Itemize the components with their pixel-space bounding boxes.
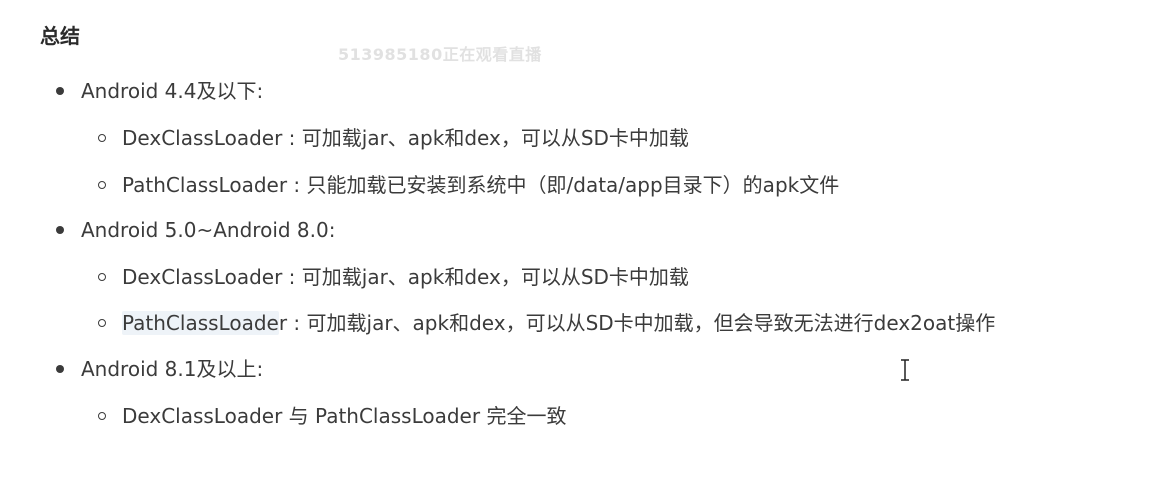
sub-list-item-text: PathClassLoader : 只能加载已安装到系统中（即/data/app… <box>122 173 840 197</box>
disc-bullet-icon <box>56 225 64 234</box>
list-item-title: Android 5.0~Android 8.0: <box>81 218 336 242</box>
sub-list-item-text: DexClassLoader : 可加载jar、apk和dex，可以从SD卡中加… <box>122 265 689 289</box>
text-selection-highlight: PathClassLoade <box>122 311 279 335</box>
disc-bullet-icon <box>56 86 64 95</box>
circle-bullet-icon <box>98 318 106 327</box>
sub-list-item-text: DexClassLoader : 可加载jar、apk和dex，可以从SD卡中加… <box>122 126 689 150</box>
circle-bullet-icon <box>98 272 106 281</box>
document-page: 总结 513985180正在观看直播 Android 4.4及以下: DexCl… <box>0 0 1158 482</box>
list-item-title: Android 8.1及以上: <box>81 357 264 381</box>
sub-list-item: DexClassLoader : 可加载jar、apk和dex，可以从SD卡中加… <box>98 124 689 152</box>
sub-list-item: DexClassLoader : 可加载jar、apk和dex，可以从SD卡中加… <box>98 263 689 291</box>
disc-bullet-icon <box>56 364 64 373</box>
list-item-android-4-4: Android 4.4及以下: <box>56 77 263 105</box>
list-item-title: Android 4.4及以下: <box>81 79 264 103</box>
sub-list-item-text: r : 可加载jar、apk和dex，可以从SD卡中加载，但会导致无法进行dex… <box>278 311 996 335</box>
circle-bullet-icon <box>98 133 106 142</box>
list-item-android-8-1: Android 8.1及以上: <box>56 355 263 383</box>
live-viewer-watermark: 513985180正在观看直播 <box>338 45 542 64</box>
sub-list-item-text: DexClassLoader 与 PathClassLoader 完全一致 <box>122 404 567 428</box>
section-heading: 总结 <box>40 24 80 48</box>
list-item-android-5-0-8-0: Android 5.0~Android 8.0: <box>56 216 335 244</box>
circle-bullet-icon <box>98 180 106 189</box>
circle-bullet-icon <box>98 411 106 420</box>
sub-list-item: DexClassLoader 与 PathClassLoader 完全一致 <box>98 402 566 430</box>
sub-list-item: PathClassLoader : 可加载jar、apk和dex，可以从SD卡中… <box>98 309 995 337</box>
sub-list-item: PathClassLoader : 只能加载已安装到系统中（即/data/app… <box>98 171 839 199</box>
text-cursor-icon <box>901 359 909 381</box>
